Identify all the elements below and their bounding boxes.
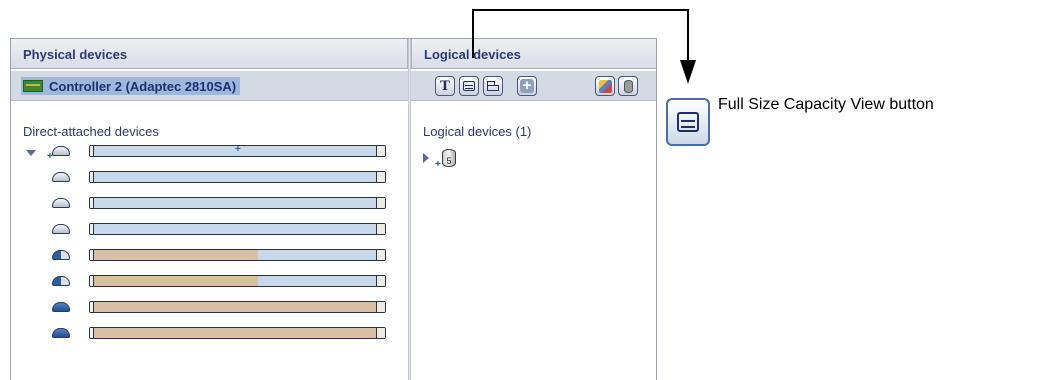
callout-connector — [472, 9, 696, 84]
callout-text: Full Size Capacity View button — [718, 96, 934, 113]
full-size-capacity-icon-enlarged — [666, 98, 710, 146]
